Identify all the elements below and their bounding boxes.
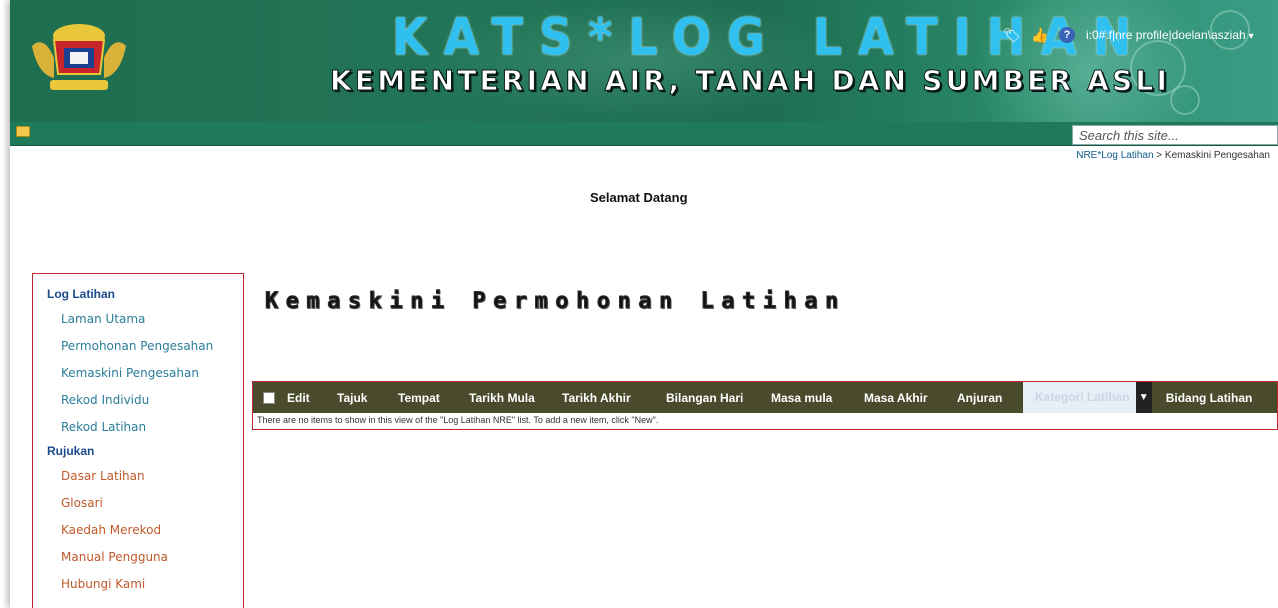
nav-item-rekod-individu[interactable]: Rekod Individu: [33, 389, 243, 416]
breadcrumb: NRE*Log Latihan > Kemaskini Pengesahan: [1076, 150, 1270, 161]
coat-of-arms-logo: [32, 24, 126, 90]
column-menu-chevron-icon[interactable]: ▼: [1135, 382, 1152, 413]
nav-item-glosari[interactable]: Glosari: [33, 492, 243, 519]
breadcrumb-separator: >: [1156, 150, 1163, 161]
chevron-down-icon: ▾: [1248, 31, 1254, 42]
list-header-row: Edit Tajuk Tempat Tarikh Mula Tarikh Akh…: [253, 382, 1277, 413]
column-header-tarikh-akhir[interactable]: Tarikh Akhir: [562, 391, 666, 405]
nav-item-dasar-latihan[interactable]: Dasar Latihan: [33, 465, 243, 492]
column-header-anjuran[interactable]: Anjuran: [957, 391, 1023, 405]
empty-list-message: There are no items to show in this view …: [257, 415, 659, 425]
list-view: Edit Tajuk Tempat Tarikh Mula Tarikh Akh…: [252, 381, 1278, 430]
help-icon[interactable]: ?: [1059, 27, 1075, 43]
welcome-text: Selamat Datang: [590, 190, 688, 205]
column-header-tarikh-mula[interactable]: Tarikh Mula: [469, 391, 562, 405]
column-header-bilangan-hari[interactable]: Bilangan Hari: [666, 391, 771, 405]
banner-subtitle: KEMENTERIAN AIR, TANAH DAN SUMBER ASLI: [329, 64, 1171, 98]
user-menu[interactable]: i:0#.f|nre profile|doelan\asziah ▾: [1086, 28, 1254, 42]
breadcrumb-current: Kemaskini Pengesahan: [1164, 150, 1270, 161]
column-header-tajuk[interactable]: Tajuk: [337, 391, 398, 405]
select-all-checkbox[interactable]: [263, 391, 275, 404]
column-header-masa-mula[interactable]: Masa mula: [771, 391, 864, 405]
top-nav-bar: Search this site...: [10, 122, 1278, 146]
breadcrumb-root-link[interactable]: NRE*Log Latihan: [1076, 150, 1153, 161]
folder-icon[interactable]: [16, 126, 30, 137]
left-navigation: Log Latihan Laman Utama Permohonan Penge…: [32, 273, 244, 608]
nav-item-kemaskini-pengesahan[interactable]: Kemaskini Pengesahan: [33, 362, 243, 389]
tag-icon[interactable]: 🏷: [1003, 27, 1021, 43]
nav-heading-log-latihan[interactable]: Log Latihan: [33, 286, 243, 308]
nav-item-hubungi-kami[interactable]: Hubungi Kami: [33, 573, 243, 600]
user-name: i:0#.f|nre profile|doelan\asziah: [1086, 28, 1246, 42]
column-header-kategori-latihan[interactable]: Kategori Latihan: [1023, 382, 1136, 413]
column-header-bidang-latihan[interactable]: Bidang Latihan: [1152, 391, 1253, 405]
page-frame: KATS*LOG LATIHAN KEMENTERIAN AIR, TANAH …: [10, 0, 1278, 608]
nav-item-laman-utama[interactable]: Laman Utama: [33, 308, 243, 335]
column-header-masa-akhir[interactable]: Masa Akhir: [864, 391, 957, 405]
nav-item-manual-pengguna[interactable]: Manual Pengguna: [33, 546, 243, 573]
nav-heading-rujukan[interactable]: Rujukan: [33, 443, 243, 465]
column-header-tempat[interactable]: Tempat: [398, 391, 469, 405]
column-header-edit[interactable]: Edit: [287, 391, 337, 405]
site-banner: KATS*LOG LATIHAN KEMENTERIAN AIR, TANAH …: [10, 0, 1278, 122]
search-input[interactable]: Search this site...: [1072, 125, 1278, 145]
nav-item-rekod-latihan[interactable]: Rekod Latihan: [33, 416, 243, 443]
page-title: Kemaskini Permohonan Latihan: [265, 289, 846, 315]
feedback-icon[interactable]: 👍: [1031, 27, 1048, 43]
nav-item-kaedah-merekod[interactable]: Kaedah Merekod: [33, 519, 243, 546]
nav-item-permohonan-pengesahan[interactable]: Permohonan Pengesahan: [33, 335, 243, 362]
